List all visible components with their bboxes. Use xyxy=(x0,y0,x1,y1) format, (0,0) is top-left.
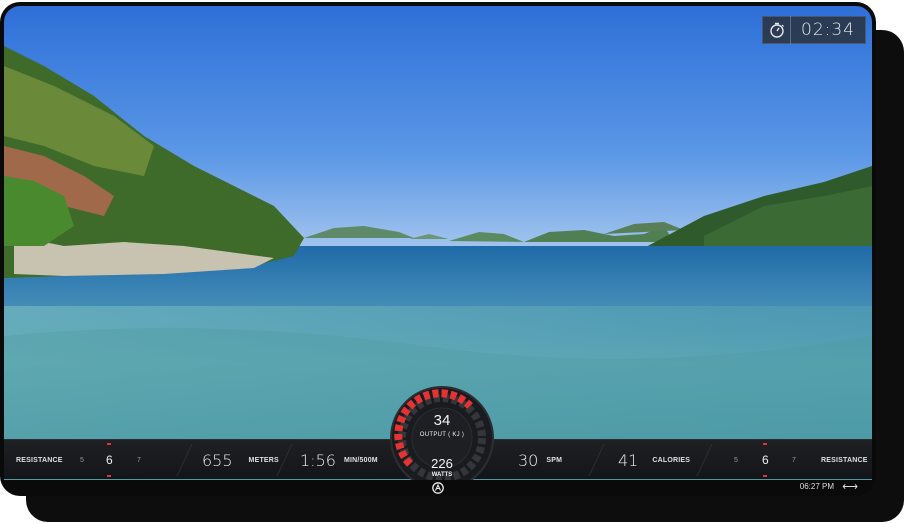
pace-value: 1:56 xyxy=(300,450,336,470)
spm-unit: SPM xyxy=(546,456,563,464)
pace-unit: MIN/500M xyxy=(343,456,378,464)
resistance-right-label: RESISTANCE xyxy=(821,456,868,464)
resistance-right[interactable]: RESISTANCE xyxy=(821,440,868,480)
divider xyxy=(588,444,605,476)
spm-value: 30 xyxy=(518,450,539,470)
resistance-left-prev: 5 xyxy=(80,456,84,464)
resistance-left[interactable]: RESISTANCE xyxy=(16,440,63,480)
resistance-left-current: 6 xyxy=(106,443,113,477)
calories-value: 41 xyxy=(618,450,639,470)
meters-stat: 655 METERS xyxy=(202,440,279,480)
spm-stat: 30 SPM xyxy=(518,440,562,480)
watts-label: WATTS xyxy=(431,472,453,478)
resistance-left-next-wrap: 7 xyxy=(137,440,141,480)
bottom-strip: 06:27 PM ⟷ xyxy=(4,480,872,496)
resistance-right-prev-wrap: 5 xyxy=(734,440,738,480)
resistance-left-next: 7 xyxy=(137,456,141,464)
video-screen: 02:34 RESISTANCE 5 6 7 655 METERS 1:56 M… xyxy=(4,6,872,480)
output-value: 34 xyxy=(433,412,451,429)
resistance-right-next: 7 xyxy=(792,456,796,464)
pace-stat: 1:56 MIN/500M xyxy=(300,440,378,480)
clock-time: 06:27 PM xyxy=(799,482,834,491)
divider xyxy=(176,444,193,476)
brand-logo-icon[interactable] xyxy=(432,481,444,499)
timer-value: 02:34 xyxy=(801,20,855,40)
resistance-right-next-wrap: 7 xyxy=(792,440,796,480)
resistance-left-current-wrap: 6 xyxy=(106,440,113,480)
calories-unit: CALORIES xyxy=(652,456,691,464)
expand-arrows-icon[interactable]: ⟷ xyxy=(842,480,858,493)
resistance-right-current: 6 xyxy=(762,443,769,477)
resistance-right-current-wrap: 6 xyxy=(762,440,769,480)
resistance-left-prev-wrap: 5 xyxy=(80,440,84,480)
device-frame: 02:34 RESISTANCE 5 6 7 655 METERS 1:56 M… xyxy=(0,2,876,496)
meters-value: 655 xyxy=(202,450,233,470)
meters-unit: METERS xyxy=(248,456,279,464)
watts-value: 226 xyxy=(431,456,453,471)
divider xyxy=(696,444,713,476)
resistance-right-prev: 5 xyxy=(734,456,738,464)
workout-timer: 02:34 xyxy=(762,16,866,44)
output-label: OUTPUT ( KJ ) xyxy=(419,432,465,438)
resistance-left-label: RESISTANCE xyxy=(16,456,63,464)
stopwatch-icon xyxy=(763,16,791,44)
output-gauge: 34 OUTPUT ( KJ ) 226 WATTS xyxy=(390,386,494,480)
calories-stat: 41 CALORIES xyxy=(618,440,690,480)
